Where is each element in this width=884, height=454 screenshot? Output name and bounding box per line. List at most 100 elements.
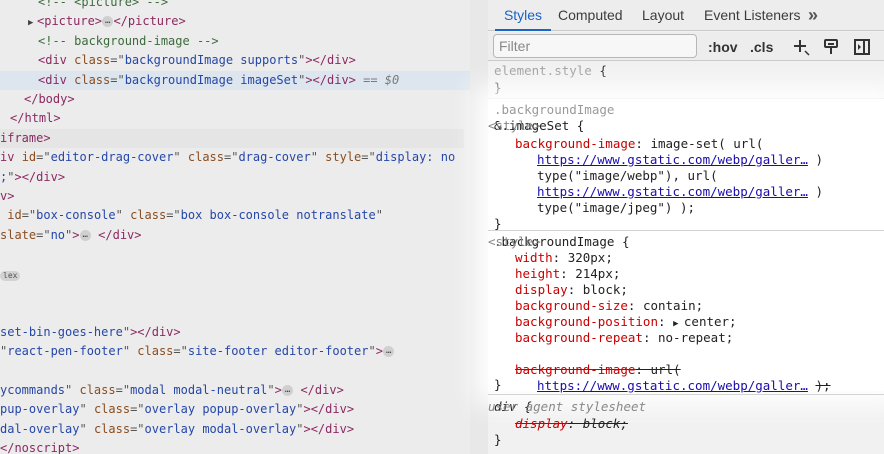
property-value[interactable]: block;	[583, 282, 628, 297]
dom-node[interactable]: dal-overlay" class="overlay modal-overla…	[0, 420, 354, 439]
dom-token: slate	[0, 227, 37, 242]
dom-token: ="	[110, 53, 125, 68]
image-url-link[interactable]: https://www.gstatic.com/webp/galler…	[537, 378, 808, 393]
property-value[interactable]: 214px;	[575, 266, 620, 281]
property-value[interactable]: contain;	[643, 298, 703, 313]
styles-pane: Styles Computed Layout Event Listeners »…	[488, 0, 884, 454]
style-origin-link[interactable]: <style>	[488, 234, 879, 250]
dom-node[interactable]: id="box-console" class="box box-console …	[0, 206, 383, 225]
more-tabs-icon[interactable]: »	[808, 0, 818, 31]
property-value[interactable]: image-set( url(	[650, 136, 763, 151]
style-origin-link[interactable]: <style>	[488, 118, 879, 134]
property-name[interactable]: width	[515, 250, 553, 265]
dom-node[interactable]: <!-- <picture> -->	[0, 0, 168, 12]
dom-token: no	[50, 227, 66, 242]
property-value[interactable]: center;	[684, 314, 737, 329]
dom-token: >	[375, 344, 383, 359]
cls-button[interactable]: .cls	[750, 37, 773, 57]
property-name[interactable]: background-repeat	[515, 330, 643, 345]
tab-styles[interactable]: Styles	[495, 0, 551, 31]
image-url-link[interactable]: https://www.gstatic.com/webp/galler…	[537, 152, 808, 167]
dom-node[interactable]: pup-overlay" class="overlay popup-overla…	[0, 400, 354, 419]
dom-node[interactable]: ;"></div>	[0, 168, 65, 187]
overridden-property-value: block;	[582, 416, 628, 431]
expand-shorthand-icon[interactable]: ▶	[673, 319, 684, 329]
dom-token: id	[21, 150, 37, 165]
dom-node[interactable]: iframe>	[0, 128, 464, 148]
dom-token: </div>	[293, 383, 344, 397]
property-name[interactable]: background-size	[515, 298, 628, 313]
element-style-rule: element.style { }	[488, 62, 884, 99]
toggle-element-state-icon[interactable]	[821, 37, 841, 57]
dom-node-selected[interactable]: <div class="backgroundImage imageSet"></…	[0, 70, 470, 90]
dom-token: ></div>	[305, 53, 356, 68]
dom-token: drag-cover	[238, 150, 311, 165]
dom-token: "	[79, 421, 94, 436]
collapsed-children-ellipsis[interactable]: …	[102, 16, 114, 28]
dom-token: <div	[38, 72, 75, 87]
property-name[interactable]: background-position	[515, 314, 658, 329]
property-value[interactable]: no-repeat;	[658, 330, 733, 345]
collapsed-children-ellipsis[interactable]: …	[79, 229, 91, 241]
dom-token: box-console	[36, 208, 116, 223]
css-declaration: width: 320px;	[515, 250, 613, 265]
property-name[interactable]: background-image	[515, 136, 635, 151]
overridden-value-close: );	[815, 378, 831, 393]
new-style-rule-icon[interactable]	[791, 37, 811, 57]
dom-node[interactable]: slate="no">… </div>	[0, 226, 142, 245]
dom-token: ="	[224, 150, 239, 165]
dom-token: box box-console notranslate	[180, 208, 376, 223]
dom-node[interactable]: </noscript>	[0, 439, 79, 454]
rule-close-brace: }	[494, 377, 502, 392]
dom-token: ycommands	[0, 383, 66, 397]
dom-token: react-pen-footer	[7, 344, 123, 359]
expand-triangle-icon[interactable]: ▶	[28, 14, 37, 33]
tab-layout[interactable]: Layout	[642, 0, 684, 31]
dom-token: "	[173, 150, 188, 165]
dom-token: class	[74, 72, 111, 87]
element-style-selector[interactable]: element.style	[494, 63, 592, 78]
rule-close-brace: }	[494, 80, 502, 95]
dom-node[interactable]: </body>	[0, 90, 75, 109]
overridden-property-name[interactable]: background-image	[515, 362, 635, 377]
property-value[interactable]: 320px;	[568, 250, 613, 265]
collapsed-children-ellipsis[interactable]: …	[281, 385, 294, 396]
flex-badge[interactable]: lex	[0, 270, 21, 281]
dom-node[interactable]: <!-- background-image -->	[0, 32, 219, 51]
dom-node[interactable]: ycommands" class="modal modal-neutral">……	[0, 381, 344, 400]
tab-event-listeners[interactable]: Event Listeners	[704, 0, 801, 31]
dom-node[interactable]: "react-pen-footer" class="site-footer ed…	[0, 342, 395, 361]
background-image-rule: .backgroundImage { <style> width: 320px;…	[488, 233, 884, 395]
dom-token: ></div>	[303, 421, 355, 436]
panel-splitter[interactable]	[470, 0, 488, 454]
dom-token: site-footer editor-footer	[187, 344, 369, 359]
dom-token: set-bin-goes-here	[0, 324, 123, 339]
image-url-link[interactable]: https://www.gstatic.com/webp/galler…	[537, 184, 808, 199]
css-declaration: height: 214px;	[515, 266, 621, 281]
property-name[interactable]: height	[515, 266, 560, 281]
collapsed-children-ellipsis[interactable]: …	[382, 346, 395, 358]
dom-token: "	[122, 324, 131, 339]
tab-computed[interactable]: Computed	[558, 0, 623, 31]
imageset-rule: .backgroundImage &.imageSet { <style> ba…	[488, 101, 884, 231]
hov-button[interactable]: :hov	[708, 37, 738, 57]
computed-sidebar-icon[interactable]	[852, 37, 872, 57]
dom-token: ="	[361, 150, 376, 165]
dom-node[interactable]: set-bin-goes-here"></div>	[0, 323, 181, 342]
dom-node[interactable]: <div class="backgroundImage supports"></…	[0, 51, 356, 70]
filter-input[interactable]: Filter	[493, 34, 697, 58]
css-declaration: background-repeat: no-repeat;	[515, 330, 734, 345]
dom-node[interactable]: ▶ <picture>… </picture>	[0, 12, 186, 31]
styles-toolbar: Filter :hov .cls	[488, 32, 884, 61]
dom-token: ="	[36, 227, 51, 242]
overridden-property-value[interactable]: url(	[650, 362, 680, 377]
dom-node[interactable]: lex	[0, 265, 21, 284]
dom-node[interactable]: </html>	[0, 109, 61, 128]
dom-node[interactable]: iv id="editor-drag-cover" class="drag-co…	[0, 148, 455, 167]
dom-token: "	[65, 383, 80, 397]
dom-node[interactable]: v>	[0, 187, 14, 206]
image-type: type("image/webp"), url(	[537, 168, 718, 183]
dom-token: style	[325, 150, 362, 165]
property-name[interactable]: display	[515, 282, 568, 297]
rule-close-brace: }	[494, 216, 502, 231]
